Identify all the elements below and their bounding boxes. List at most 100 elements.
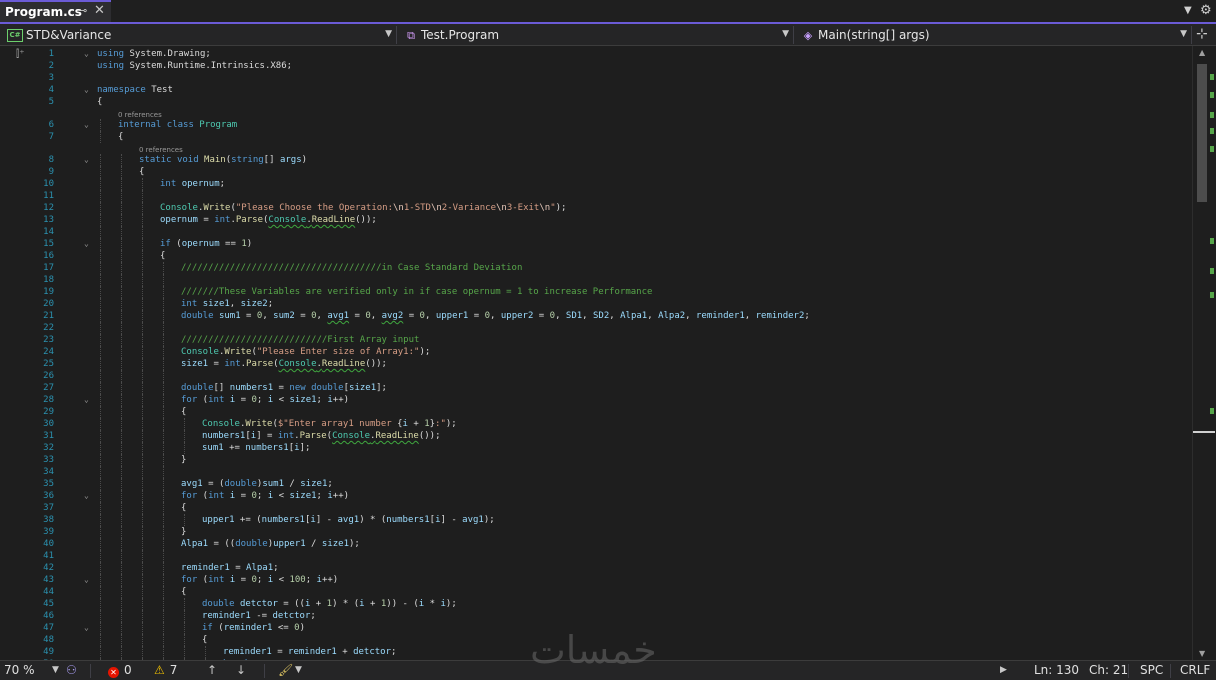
- member-dropdown[interactable]: ◈ Main(string[] args) ▼: [796, 26, 1192, 44]
- code-token: ;: [305, 575, 317, 585]
- error-icon: ✕: [108, 667, 119, 678]
- code-token: ReadLine: [375, 431, 419, 441]
- split-editor-icon[interactable]: ⊹: [1196, 26, 1208, 42]
- code-token: reminder1: [181, 563, 230, 573]
- code-token: ] -: [440, 515, 463, 525]
- indent-guide: [121, 190, 122, 202]
- code-token: =: [229, 563, 247, 573]
- line-number: 11: [43, 191, 54, 201]
- code-token: namespace: [97, 85, 146, 95]
- code-token: ++): [332, 395, 350, 405]
- close-icon[interactable]: ✕: [94, 3, 105, 18]
- warning-count[interactable]: ⚠ 7: [154, 663, 177, 677]
- chevron-down-icon: ▼: [1180, 29, 1187, 39]
- line-position[interactable]: Ln: 130: [1034, 663, 1079, 677]
- indent-guide: [142, 622, 143, 634]
- indent-guide: [121, 154, 122, 166]
- code-token: =: [403, 311, 420, 321]
- code-token: ;: [804, 311, 810, 321]
- code-token: reminder1: [223, 647, 272, 657]
- fold-chevron-icon[interactable]: ⌄: [84, 48, 94, 60]
- code-cleanup-brush-icon[interactable]: 🖌: [278, 663, 293, 677]
- scroll-up-icon[interactable]: ▲: [1199, 48, 1205, 57]
- code-token: []: [263, 155, 280, 165]
- indent-guide: [121, 262, 122, 274]
- zoom-dropdown-icon[interactable]: ▼: [52, 665, 59, 675]
- indent-guide: [100, 274, 101, 286]
- code-text: {: [97, 96, 102, 108]
- code-token: {: [181, 587, 187, 597]
- indent-guide: [163, 334, 164, 346]
- fold-chevron-icon[interactable]: ⌄: [84, 119, 94, 131]
- indent-guide: [121, 358, 122, 370]
- vertical-scrollbar[interactable]: ▲ ▼: [1192, 46, 1216, 660]
- code-token: int: [214, 215, 231, 225]
- indent-guide: [163, 274, 164, 286]
- intellicode-icon[interactable]: ⚇: [66, 663, 77, 677]
- tab-list-dropdown-icon[interactable]: ▼: [1184, 5, 1192, 16]
- code-token: ());: [355, 215, 377, 225]
- code-token: Alpa2: [658, 311, 686, 321]
- indent-guide: [163, 598, 164, 610]
- fold-chevron-icon[interactable]: ⌄: [84, 154, 94, 166]
- code-token: Alpa1: [181, 539, 209, 549]
- tab-program-cs[interactable]: Program.cs ⊸ ✕: [0, 0, 111, 22]
- code-token: =: [235, 491, 252, 501]
- code-text: namespace Test: [97, 84, 173, 96]
- indent-guide: [121, 166, 122, 178]
- code-token: ;: [327, 479, 333, 489]
- line-ending-mode[interactable]: CRLF: [1180, 663, 1210, 677]
- type-dropdown[interactable]: ⧉ Test.Program ▼: [399, 26, 794, 44]
- indent-guide: [121, 370, 122, 382]
- code-token: size1: [321, 539, 349, 549]
- method-icon: ◈: [803, 28, 813, 42]
- code-text: {: [181, 502, 186, 514]
- code-text: if (reminder1 <= 0): [202, 622, 305, 634]
- code-token: reminder1: [288, 647, 337, 657]
- code-token: "Please Enter size of Array1:": [256, 347, 420, 357]
- fold-chevron-icon[interactable]: ⌄: [84, 490, 94, 502]
- code-token: double: [181, 311, 214, 321]
- fold-chevron-icon[interactable]: ⌄: [84, 238, 94, 250]
- fold-chevron-icon[interactable]: ⌄: [84, 394, 94, 406]
- line-number: 17: [43, 263, 54, 273]
- code-token: ) * (: [332, 599, 360, 609]
- indent-guide: [163, 646, 164, 658]
- scroll-down-icon[interactable]: ▼: [1199, 649, 1205, 658]
- indent-guide: [184, 634, 185, 646]
- previous-issue-arrow-icon[interactable]: ↑: [207, 663, 217, 677]
- code-text: int opernum;: [160, 178, 225, 190]
- indent-guide: [163, 262, 164, 274]
- code-token: double: [235, 539, 268, 549]
- fold-chevron-icon[interactable]: ⌄: [84, 574, 94, 586]
- zoom-level[interactable]: 70 %: [4, 663, 35, 677]
- code-token: avg1: [337, 515, 360, 525]
- code-token: static: [139, 155, 172, 165]
- indent-guide: [100, 586, 101, 598]
- column-position[interactable]: Ch: 21: [1089, 663, 1128, 677]
- next-issue-arrow-icon[interactable]: ↓: [236, 663, 246, 677]
- separator: [90, 664, 91, 678]
- code-token: \n: [430, 203, 442, 213]
- error-count[interactable]: ✕ 0: [108, 663, 132, 678]
- horizontal-scroll-right-icon[interactable]: ▶: [1000, 665, 1007, 675]
- fold-chevron-icon[interactable]: ⌄: [84, 622, 94, 634]
- project-name: STD&Variance: [26, 28, 112, 42]
- indent-guide: [163, 526, 164, 538]
- pin-icon[interactable]: ⊸: [78, 4, 87, 17]
- code-text: {: [118, 131, 123, 143]
- line-number: 41: [43, 551, 54, 561]
- gear-icon[interactable]: ⚙: [1200, 3, 1212, 18]
- code-editor[interactable]: ⫿⁺ 1 ⌄ using System.Drawing; 2 using System.…: [0, 46, 1192, 660]
- fold-chevron-icon[interactable]: ⌄: [84, 84, 94, 96]
- whitespace-mode[interactable]: SPC: [1140, 663, 1163, 677]
- scrollbar-thumb[interactable]: [1197, 64, 1207, 202]
- indent-guide: [142, 538, 143, 550]
- chevron-down-icon[interactable]: ▼: [295, 665, 302, 675]
- code-token: string: [231, 155, 264, 165]
- indent-guide: [100, 538, 101, 550]
- project-dropdown[interactable]: C# STD&Variance ▼: [2, 26, 397, 44]
- code-token: upper1: [273, 539, 306, 549]
- code-token: Write: [203, 203, 231, 213]
- indent-guide: [163, 478, 164, 490]
